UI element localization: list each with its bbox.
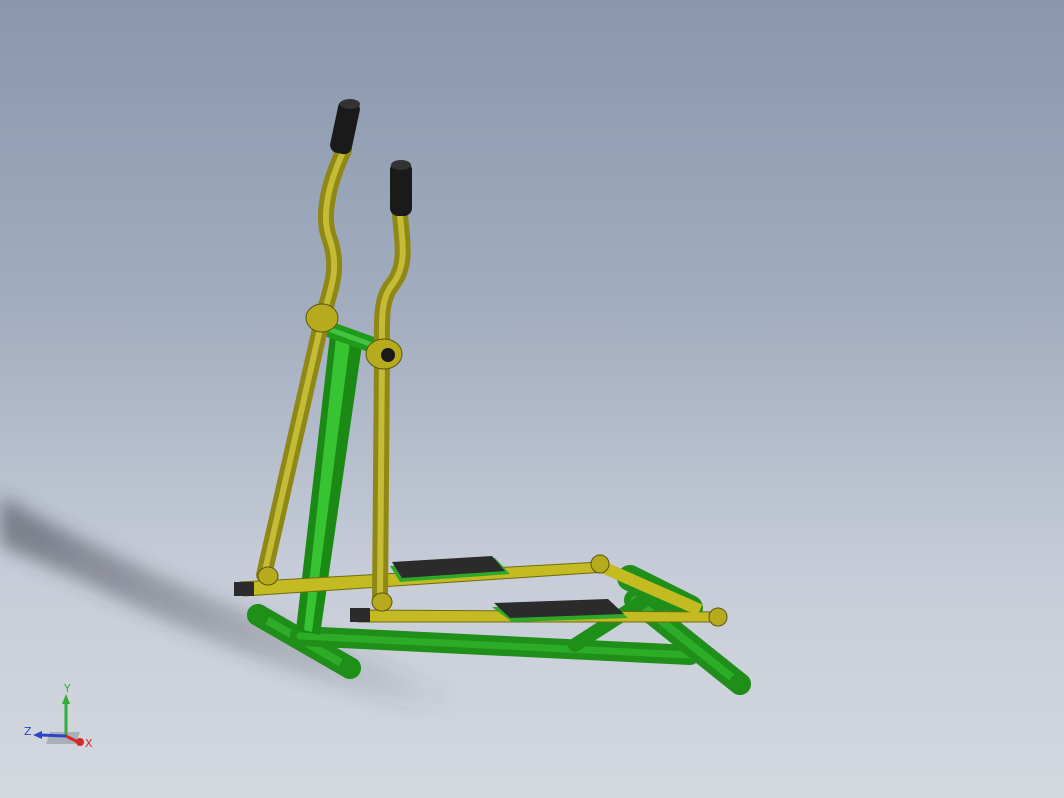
right-grip[interactable] bbox=[390, 160, 412, 216]
orientation-triad[interactable]: Y Z X bbox=[18, 680, 108, 760]
elliptical-trainer-model[interactable] bbox=[0, 0, 1064, 798]
x-axis-label: X bbox=[85, 737, 93, 750]
graphics-viewport[interactable]: Y Z X bbox=[0, 0, 1064, 798]
z-axis-label: Z bbox=[24, 725, 32, 738]
right-arm[interactable] bbox=[372, 207, 411, 608]
floor-shadow bbox=[0, 495, 470, 710]
z-axis-arrow bbox=[39, 733, 67, 738]
left-grip[interactable] bbox=[329, 98, 362, 155]
right-pedal[interactable] bbox=[492, 599, 628, 622]
y-axis-label: Y bbox=[63, 682, 71, 695]
triad-plane-icon bbox=[46, 732, 80, 744]
